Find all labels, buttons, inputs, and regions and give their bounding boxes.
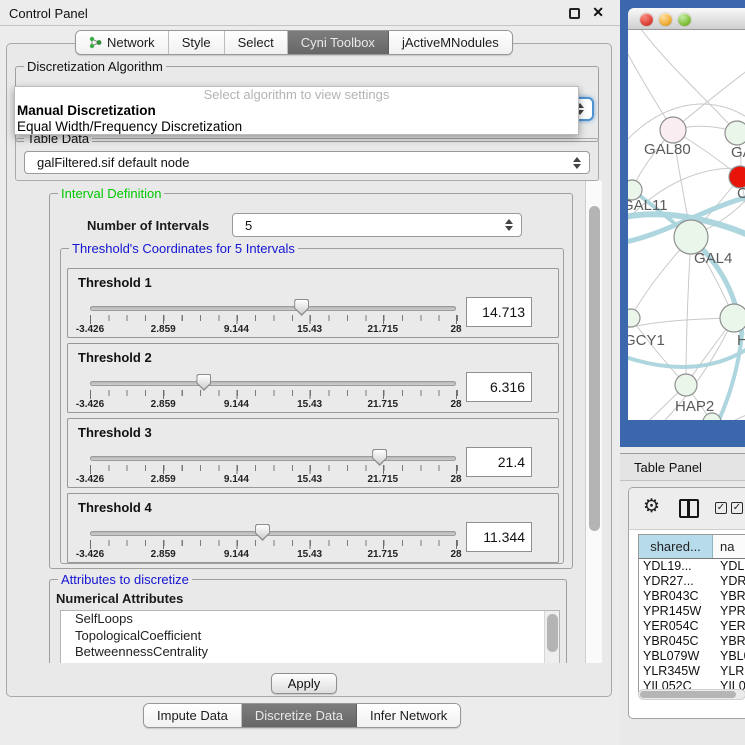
tab-network[interactable]: Network <box>76 31 169 54</box>
table-panel-title: Table Panel <box>634 460 702 475</box>
node-gal80[interactable] <box>660 117 686 143</box>
network-window-titlebar[interactable] <box>628 8 745 30</box>
group-title: Discretization Algorithm <box>24 59 166 74</box>
network-view-window: GAL80 GA C GAL11 GAL4 GCY1 H HAP2 <box>620 0 745 447</box>
tab-discretize-data[interactable]: Discretize Data <box>242 704 357 727</box>
control-panel-titlebar: Control Panel ✕ <box>0 0 620 26</box>
node-table: shared... na YDL19...YDL1 YDR27...YDR2 Y… <box>638 534 745 692</box>
cyni-content-panel: Discretization Algorithm Select algorith… <box>6 43 612 697</box>
top-tab-strip: Network Style Select Cyni Toolbox jActiv… <box>75 30 513 55</box>
checkbox-icon[interactable]: ✓ <box>715 502 727 514</box>
group-title: Threshold's Coordinates for 5 Intervals <box>69 241 298 256</box>
table-horizontal-scrollbar[interactable] <box>638 689 745 700</box>
table-row[interactable]: YDL19...YDL1 <box>639 559 745 574</box>
tab-cyni-toolbox[interactable]: Cyni Toolbox <box>288 31 389 54</box>
tab-infer-network[interactable]: Infer Network <box>357 704 460 727</box>
settings-scroll-region: Interval Definition Number of Intervals … <box>10 181 602 663</box>
group-title: Attributes to discretize <box>58 572 192 587</box>
column-header-name[interactable]: na <box>713 535 745 558</box>
panel-title: Control Panel <box>9 6 88 21</box>
threshold-1-value[interactable]: 14.713 <box>466 297 532 327</box>
node-top-right[interactable] <box>725 121 745 145</box>
table-panel-titlebar: Table Panel <box>620 453 745 481</box>
table-panel-body: ⚙ ✓ ✓ shared... na YDL19...YDL1 YDR27...… <box>628 487 745 719</box>
table-row[interactable]: YBL079WYBL0 <box>639 649 745 664</box>
column-layout-icon[interactable] <box>679 499 699 518</box>
popup-hint: Select algorithm to view settings <box>15 87 578 103</box>
tab-jactivemnodules[interactable]: jActiveMNodules <box>389 31 512 54</box>
node-gal4[interactable] <box>674 220 708 254</box>
close-panel-icon[interactable]: ✕ <box>592 4 604 21</box>
interval-definition-group: Interval Definition Number of Intervals … <box>49 193 573 569</box>
slider-thumb[interactable] <box>196 374 211 391</box>
checkbox-icon[interactable]: ✓ <box>731 502 743 514</box>
slider-thumb[interactable] <box>255 524 270 541</box>
table-data-group: Table Data galFiltered.sif default node <box>15 138 599 181</box>
minimize-window-icon[interactable] <box>659 13 672 26</box>
node-label: HAP2 <box>675 398 714 415</box>
table-toolbar: ⚙ ✓ ✓ <box>629 488 745 530</box>
network-nodes <box>628 117 745 420</box>
close-window-icon[interactable] <box>640 13 653 26</box>
node-label: GAL4 <box>694 250 732 267</box>
apply-button[interactable]: Apply <box>271 673 337 694</box>
slider-thumb[interactable] <box>294 299 309 316</box>
table-header-row: shared... na <box>639 535 745 559</box>
node-label: GA <box>731 144 745 161</box>
control-panel: Control Panel ✕ Network Style Select Cyn… <box>0 0 620 745</box>
threshold-3-value[interactable]: 21.4 <box>466 447 532 477</box>
bottom-tab-strip: Impute Data Discretize Data Infer Networ… <box>143 703 461 728</box>
spinner-stepper-icon <box>501 219 517 231</box>
column-header-shared-name[interactable]: shared... <box>639 535 713 558</box>
list-item[interactable]: BetweennessCentrality <box>61 644 559 661</box>
threshold-3-box: Threshold 3 -3.426 2.859 9.144 15.43 <box>67 418 559 488</box>
combo-stepper-icon <box>569 157 585 169</box>
attributes-group: Attributes to discretize Numerical Attri… <box>49 579 567 663</box>
table-row[interactable]: YLR345WYLR3 <box>639 664 745 679</box>
list-item[interactable]: SelfLoops <box>61 611 559 628</box>
algorithm-dropdown-popup: Select algorithm to view settings Manual… <box>14 86 579 135</box>
threshold-2-box: Threshold 2 -3.426 2.859 9.144 15.43 <box>67 343 559 413</box>
table-row[interactable]: YER054CYER0 <box>639 619 745 634</box>
table-row[interactable]: YBR043CYBR0 <box>639 589 745 604</box>
table-row[interactable]: YBR045CYBR0 <box>639 634 745 649</box>
settings-scrollbar[interactable] <box>585 181 602 663</box>
tab-style[interactable]: Style <box>169 31 225 54</box>
table-row[interactable]: YDR27...YDR2 <box>639 574 745 589</box>
tab-impute-data[interactable]: Impute Data <box>144 704 242 727</box>
group-title: Interval Definition <box>58 186 164 201</box>
table-data-combobox[interactable]: galFiltered.sif default node <box>24 151 590 174</box>
threshold-2-value[interactable]: 6.316 <box>466 372 532 402</box>
node-right[interactable] <box>720 304 745 332</box>
node-label: GAL80 <box>644 141 691 158</box>
node-hap2[interactable] <box>675 374 697 396</box>
popup-option-equal-width[interactable]: Equal Width/Frequency Discretization <box>15 119 578 135</box>
threshold-1-box: Threshold 1 -3.426 2.859 9.144 15.43 <box>67 268 559 338</box>
node-gcy1[interactable] <box>628 309 640 327</box>
table-row[interactable]: YPR145WYPR1 <box>639 604 745 619</box>
table-panel: Table Panel ⚙ ✓ ✓ shared... na YDL19...Y… <box>620 447 745 745</box>
float-panel-icon[interactable] <box>569 8 580 19</box>
node-label: GCY1 <box>628 332 665 349</box>
slider-thumb[interactable] <box>372 449 387 466</box>
table-rows: YDL19...YDL1 YDR27...YDR2 YBR043CYBR0 YP… <box>639 559 745 692</box>
numerical-attributes-label: Numerical Attributes <box>56 591 183 606</box>
number-of-intervals-label: Number of Intervals <box>87 218 209 233</box>
network-canvas[interactable]: GAL80 GA C GAL11 GAL4 GCY1 H HAP2 <box>628 30 745 420</box>
numerical-attributes-list: SelfLoops TopologicalCoefficient Between… <box>60 610 560 663</box>
threshold-4-box: Threshold 4 -3.426 2.859 9.144 15.43 <box>67 493 559 563</box>
popup-option-manual[interactable]: Manual Discretization <box>15 103 578 119</box>
tab-select[interactable]: Select <box>225 31 288 54</box>
node-label: C <box>737 185 745 202</box>
zoom-window-icon[interactable] <box>678 13 691 26</box>
number-of-intervals-spinner[interactable]: 5 <box>232 213 522 237</box>
node-label: GAL11 <box>628 197 668 214</box>
thresholds-group: Threshold's Coordinates for 5 Intervals … <box>60 248 564 564</box>
list-scrollbar[interactable] <box>544 611 559 663</box>
threshold-4-value[interactable]: 11.344 <box>466 522 532 552</box>
node-label: H <box>737 332 745 349</box>
gear-icon[interactable]: ⚙ <box>643 495 660 518</box>
list-item[interactable]: TopologicalCoefficient <box>61 628 559 645</box>
network-icon <box>89 36 102 49</box>
